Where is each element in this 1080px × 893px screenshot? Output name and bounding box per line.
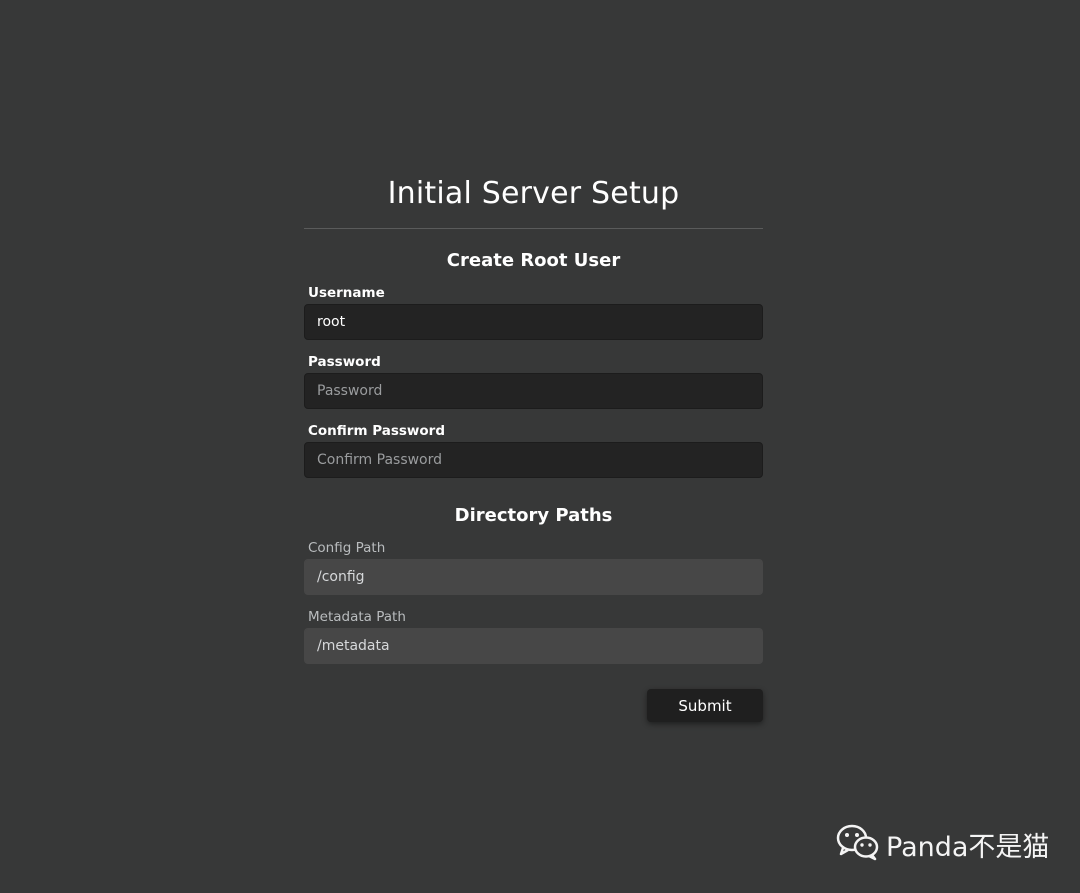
metadata-path-field-group: Metadata Path [304, 608, 763, 664]
setup-form: Initial Server Setup Create Root User Us… [304, 172, 763, 722]
watermark: Panda不是猫 [836, 824, 1049, 864]
directory-paths-heading: Directory Paths [454, 505, 613, 526]
title-divider [304, 228, 763, 229]
config-path-label: Config Path [308, 540, 386, 556]
config-path-input [304, 559, 763, 595]
confirm-password-label: Confirm Password [308, 423, 446, 439]
metadata-path-label: Metadata Path [308, 609, 406, 625]
watermark-text: Panda不是猫 [886, 831, 1050, 863]
password-label: Password [308, 354, 381, 370]
confirm-password-field-group: Confirm Password [304, 422, 763, 478]
config-path-field-group: Config Path [304, 539, 763, 595]
username-label: Username [308, 285, 385, 301]
password-input[interactable] [304, 373, 763, 409]
wechat-icon [836, 823, 880, 865]
password-field-group: Password [304, 353, 763, 409]
username-input[interactable] [304, 304, 763, 340]
page-title: Initial Server Setup [387, 176, 680, 211]
form-actions: Submit [304, 689, 763, 722]
root-user-heading: Create Root User [446, 250, 621, 271]
username-field-group: Username [304, 284, 763, 340]
submit-button[interactable]: Submit [647, 689, 763, 722]
metadata-path-input [304, 628, 763, 664]
confirm-password-input[interactable] [304, 442, 763, 478]
